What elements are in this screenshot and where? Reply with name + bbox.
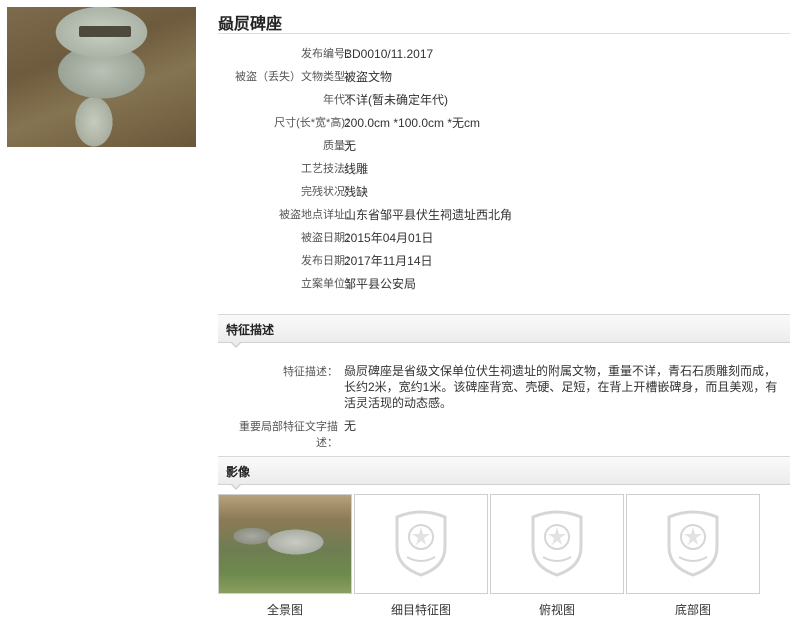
field-row: 立案单位： 邹平县公安局 (218, 274, 790, 297)
field-value: 残缺 (344, 185, 369, 199)
field-row: 发布编号： BD0010/11.2017 (218, 44, 790, 67)
field-label: 工艺技法： (301, 163, 356, 175)
field-label: 发布编号： (301, 48, 356, 60)
thumbnail-bottom-view[interactable]: 底部图 (626, 494, 760, 617)
field-value: 200.0cm *100.0cm *无cm (344, 116, 481, 130)
field-row: 发布日期： 2017年11月14日 (218, 251, 790, 274)
field-label: 被盗日期： (301, 232, 356, 244)
field-row: 完残状况： 残缺 (218, 182, 790, 205)
field-value: 不详(暂未确定年代) (344, 93, 448, 107)
field-row: 尺寸(长*宽*高)： 200.0cm *100.0cm *无cm (218, 113, 790, 136)
field-row: 被盗日期： 2015年04月01日 (218, 228, 790, 251)
key-features-value: 无 (344, 419, 357, 433)
field-label: 年代： (323, 94, 356, 106)
field-value: BD0010/11.2017 (344, 47, 434, 61)
field-label: 尺寸(长*宽*高)： (274, 117, 356, 129)
field-row: 工艺技法： 线雕 (218, 159, 790, 182)
thumbnail-caption: 俯视图 (538, 603, 575, 617)
title-divider (218, 33, 790, 34)
emblem-icon (531, 510, 583, 577)
features-section-header: 特征描述 (218, 314, 790, 348)
field-label: 被盗（丢失）文物类型： (235, 71, 356, 83)
field-value: 2017年11月14日 (344, 254, 433, 268)
thumbnail-caption: 底部图 (674, 603, 711, 617)
section-title: 影像 (226, 465, 251, 479)
field-row: 质量：无 (218, 136, 790, 159)
field-label: 完残状况： (301, 186, 356, 198)
emblem-icon (667, 510, 719, 577)
key-features-label: 重要局部特征文字描述： (239, 421, 338, 449)
emblem-icon (395, 510, 447, 577)
thumbnail-detail[interactable]: 细目特征图 (354, 494, 488, 617)
section-title: 特征描述 (226, 323, 275, 337)
images-section-header: 影像 (218, 456, 790, 490)
section-pointer (230, 483, 242, 490)
field-value: 山东省邹平县伏生祠遗址西北角 (344, 208, 513, 222)
photo-detail (79, 26, 131, 37)
section-pointer (230, 341, 242, 348)
field-label: 立案单位： (301, 278, 356, 290)
thumbnail-top-view[interactable]: 俯视图 (490, 494, 624, 617)
panorama-photo (219, 495, 351, 593)
thumbnail-caption: 细目特征图 (390, 603, 451, 617)
description-label: 特征描述： (283, 366, 338, 378)
field-row: 年代： 不详(暂未确定年代) (218, 90, 790, 113)
field-label: 被盗地点详址： (279, 209, 356, 221)
field-value: 无 (344, 139, 357, 153)
field-label: 发布日期： (301, 255, 356, 267)
field-row: 被盗地点详址： 山东省邹平县伏生祠遗址西北角 (218, 205, 790, 228)
field-value: 邹平县公安局 (344, 277, 417, 291)
field-row: 被盗（丢失）文物类型： 被盗文物 (218, 67, 790, 90)
field-value: 被盗文物 (344, 70, 393, 84)
thumbnail-caption: 全景图 (266, 603, 303, 617)
detail-fields: 发布编号： BD0010/11.2017 被盗（丢失）文物类型： 被盗文物 年代：不… (218, 44, 790, 297)
page-title: 赑屃碑座 (218, 16, 283, 33)
field-label: 质量： (323, 140, 356, 152)
field-value: 线雕 (344, 162, 369, 176)
thumbnail-panorama[interactable]: 全景图 (218, 494, 352, 617)
field-value: 2015年04月01日 (344, 231, 434, 245)
main-artifact-photo[interactable] (7, 7, 196, 147)
description-text: 赑屃碑座是省级文保单位伏生祠遗址的附属文物，重量不详，青石石质雕刻而成，长约2米… (344, 364, 778, 410)
